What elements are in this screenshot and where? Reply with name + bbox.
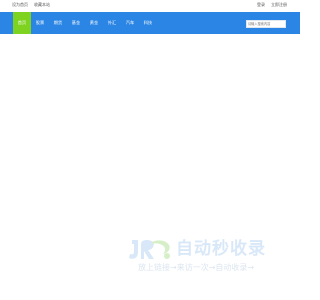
page: 设为首页 收藏本站 登录 立即注册 首页 股票 期货 基金 黄金 外汇 汽车 科… — [0, 0, 300, 300]
watermark-brand: 自动秒收录 — [176, 239, 266, 259]
set-homepage-link[interactable]: 设为首页 — [12, 1, 28, 9]
bookmark-site-link[interactable]: 收藏本站 — [34, 1, 50, 9]
top-right-links: 登录 立即注册 — [257, 1, 287, 9]
nav-item-home[interactable]: 首页 — [13, 12, 31, 34]
nav-item-gold[interactable]: 黄金 — [85, 12, 103, 34]
login-link[interactable]: 登录 — [257, 1, 265, 9]
nav-item-funds[interactable]: 基金 — [67, 12, 85, 34]
search-input[interactable] — [248, 21, 285, 27]
top-utility-bar: 设为首页 收藏本站 登录 立即注册 — [0, 0, 300, 12]
watermark-slogan: 放上链接→来访一次→自动收录→ — [138, 263, 255, 272]
nav-item-futures[interactable]: 期货 — [49, 12, 67, 34]
nav-item-auto[interactable]: 汽车 — [121, 12, 139, 34]
nav-item-stocks[interactable]: 股票 — [31, 12, 49, 34]
search-box — [246, 20, 286, 28]
nav-item-forex[interactable]: 外汇 — [103, 12, 121, 34]
watermark: 自动秒收录 放上链接→来访一次→自动收录→ — [128, 236, 284, 286]
nav-items: 首页 股票 期货 基金 黄金 外汇 汽车 科技 — [13, 12, 157, 34]
nav-item-tech[interactable]: 科技 — [139, 12, 157, 34]
register-link[interactable]: 立即注册 — [271, 1, 287, 9]
top-left-links: 设为首页 收藏本站 — [12, 1, 50, 9]
watermark-logo-icon — [129, 240, 170, 259]
